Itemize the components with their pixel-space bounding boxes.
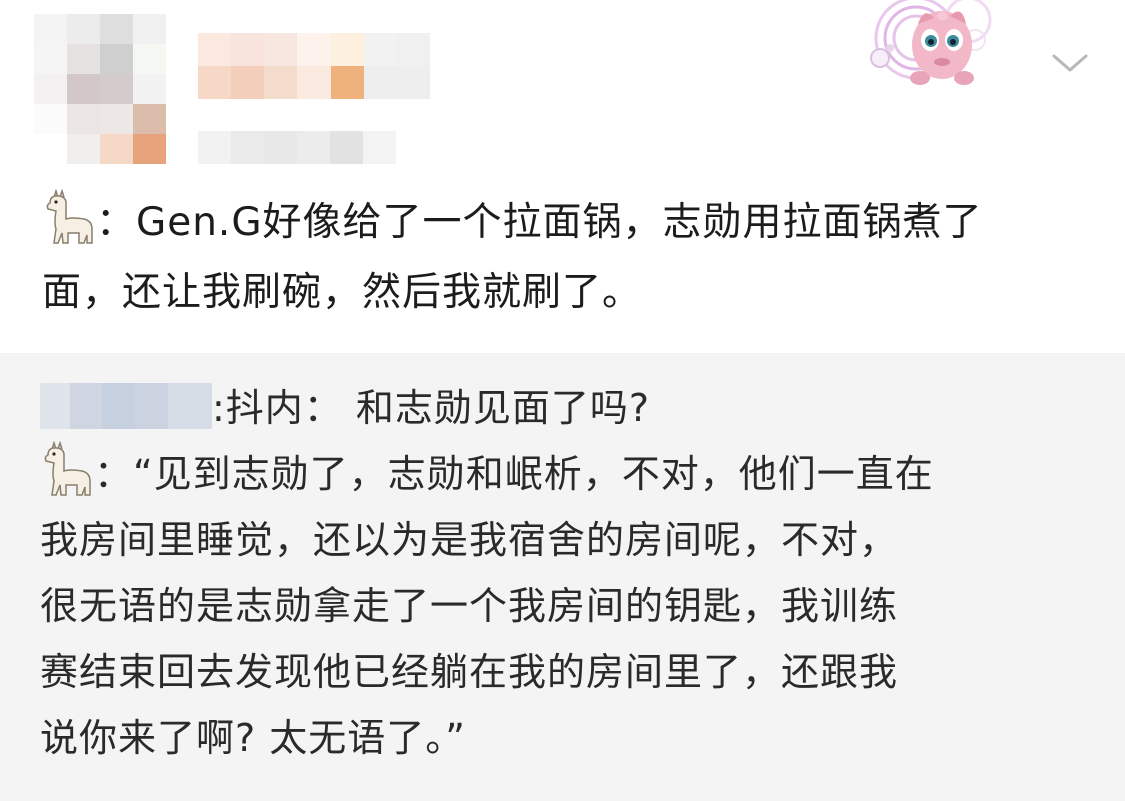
jigglypuff-badge-icon[interactable] [850, 0, 1000, 92]
reply-answer-line: 很无语的是志勋拿走了一个我房间的钥匙，我训练 [40, 584, 899, 628]
weibo-post: ：Gen.G好像给了一个拉面锅，志勋用拉面锅煮了 面，还让我刷碗，然后我就刷了。… [0, 0, 1125, 801]
reply-answer-line: ：“见到志勋了，志勋和岷析，不对，他们一直在 [40, 441, 1100, 507]
repost-section[interactable]: :抖内： 和志勋见面了吗? ：“见到志勋了，志勋和岷析，不对，他们一直在 我房间… [0, 353, 1125, 801]
llama-icon [46, 189, 93, 244]
reply-question: :抖内： 和志勋见面了吗? [40, 375, 1100, 441]
reply-answer-line: 说你来了啊? 太无语了。” [40, 716, 466, 760]
llama-icon [44, 441, 91, 496]
post-content: ：Gen.G好像给了一个拉面锅，志勋用拉面锅煮了 面，还让我刷碗，然后我就刷了。 [42, 188, 1092, 328]
reply-question-text: :抖内： 和志勋见面了吗? [212, 386, 651, 430]
avatar[interactable] [34, 14, 166, 164]
post-timestamp [198, 131, 396, 164]
chevron-down-icon[interactable] [1050, 48, 1090, 78]
post-line-2: 面，还让我刷碗，然后我就刷了。 [42, 270, 643, 315]
post-line: ：Gen.G好像给了一个拉面锅，志勋用拉面锅煮了 [42, 188, 1092, 258]
reply-answer-line: 我房间里睡觉，还以为是我宿舍的房间呢，不对， [40, 518, 899, 562]
reply-username[interactable] [40, 383, 212, 429]
post-header [0, 0, 1125, 175]
reply-answer-text: ：“见到志勋了，志勋和岷析，不对，他们一直在 [94, 452, 934, 496]
post-line-1: ：Gen.G好像给了一个拉面锅，志勋用拉面锅煮了 [96, 200, 983, 245]
reply-answer-line: 赛结束回去发现他已经躺在我的房间里了，还跟我 [40, 650, 899, 694]
username[interactable] [198, 33, 430, 99]
